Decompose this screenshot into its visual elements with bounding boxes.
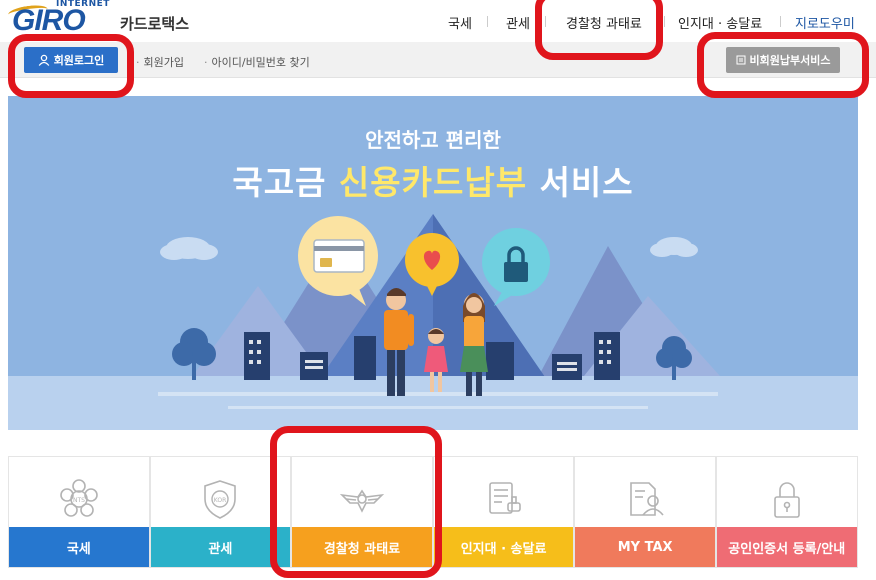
kor-shield-icon: KOR <box>204 480 237 519</box>
tile-my-tax[interactable]: MY TAX <box>574 456 716 568</box>
banner-title-highlight: 신용카드납부 <box>338 163 528 202</box>
nts-emblem-icon: NTS <box>59 479 98 517</box>
nav-customs[interactable]: 관세 <box>506 13 530 32</box>
nav-divider <box>664 16 665 27</box>
nav-help[interactable]: 지로도우미 <box>795 13 855 32</box>
banner-subtitle: 안전하고 편리한 <box>365 128 501 152</box>
tile-stamp-fee-label: 인지대 · 송달료 <box>433 527 574 567</box>
lock-icon <box>773 482 800 518</box>
tile-my-tax-label: MY TAX <box>575 527 715 567</box>
join-link[interactable]: 회원가입 <box>136 54 184 70</box>
nav-stamp-fee[interactable]: 인지대 · 송달료 <box>678 13 762 32</box>
tile-national-tax[interactable]: NTS 국세 <box>8 456 150 568</box>
tile-certificate[interactable]: 공인인증서 등록/안내 <box>715 456 858 568</box>
user-document-icon <box>630 482 664 516</box>
highlight-nav-police-fine <box>535 0 663 60</box>
lock-bubble <box>482 228 550 306</box>
tile-national-tax-label: 국세 <box>9 527 149 567</box>
svg-text:KOR: KOR <box>214 497 227 504</box>
nav-divider <box>780 16 781 27</box>
tile-certificate-label: 공인인증서 등록/안내 <box>716 527 857 567</box>
tile-stamp-fee[interactable]: 인지대 · 송달료 <box>432 456 575 568</box>
nav-divider <box>487 16 488 27</box>
top-nav: 국세 관세 경찰청 과태료 인지대 · 송달료 지로도우미 <box>0 13 876 32</box>
highlight-guest-button <box>697 32 869 98</box>
highlight-tile-police-fine <box>270 426 442 578</box>
stamp-document-icon <box>488 482 521 514</box>
find-id-password-link[interactable]: 아이디/비밀번호 찾기 <box>204 54 310 70</box>
banner-title: 국고금 신용카드납부 서비스 <box>8 156 858 204</box>
banner-title-pre: 국고금 <box>232 163 339 202</box>
banner-title-post: 서비스 <box>527 163 634 202</box>
main-banner: 안전하고 편리한 국고금 신용카드납부 서비스 <box>8 96 858 430</box>
svg-text:NTS: NTS <box>73 497 85 504</box>
nav-national-tax[interactable]: 국세 <box>448 13 472 32</box>
highlight-login-button <box>8 34 134 98</box>
